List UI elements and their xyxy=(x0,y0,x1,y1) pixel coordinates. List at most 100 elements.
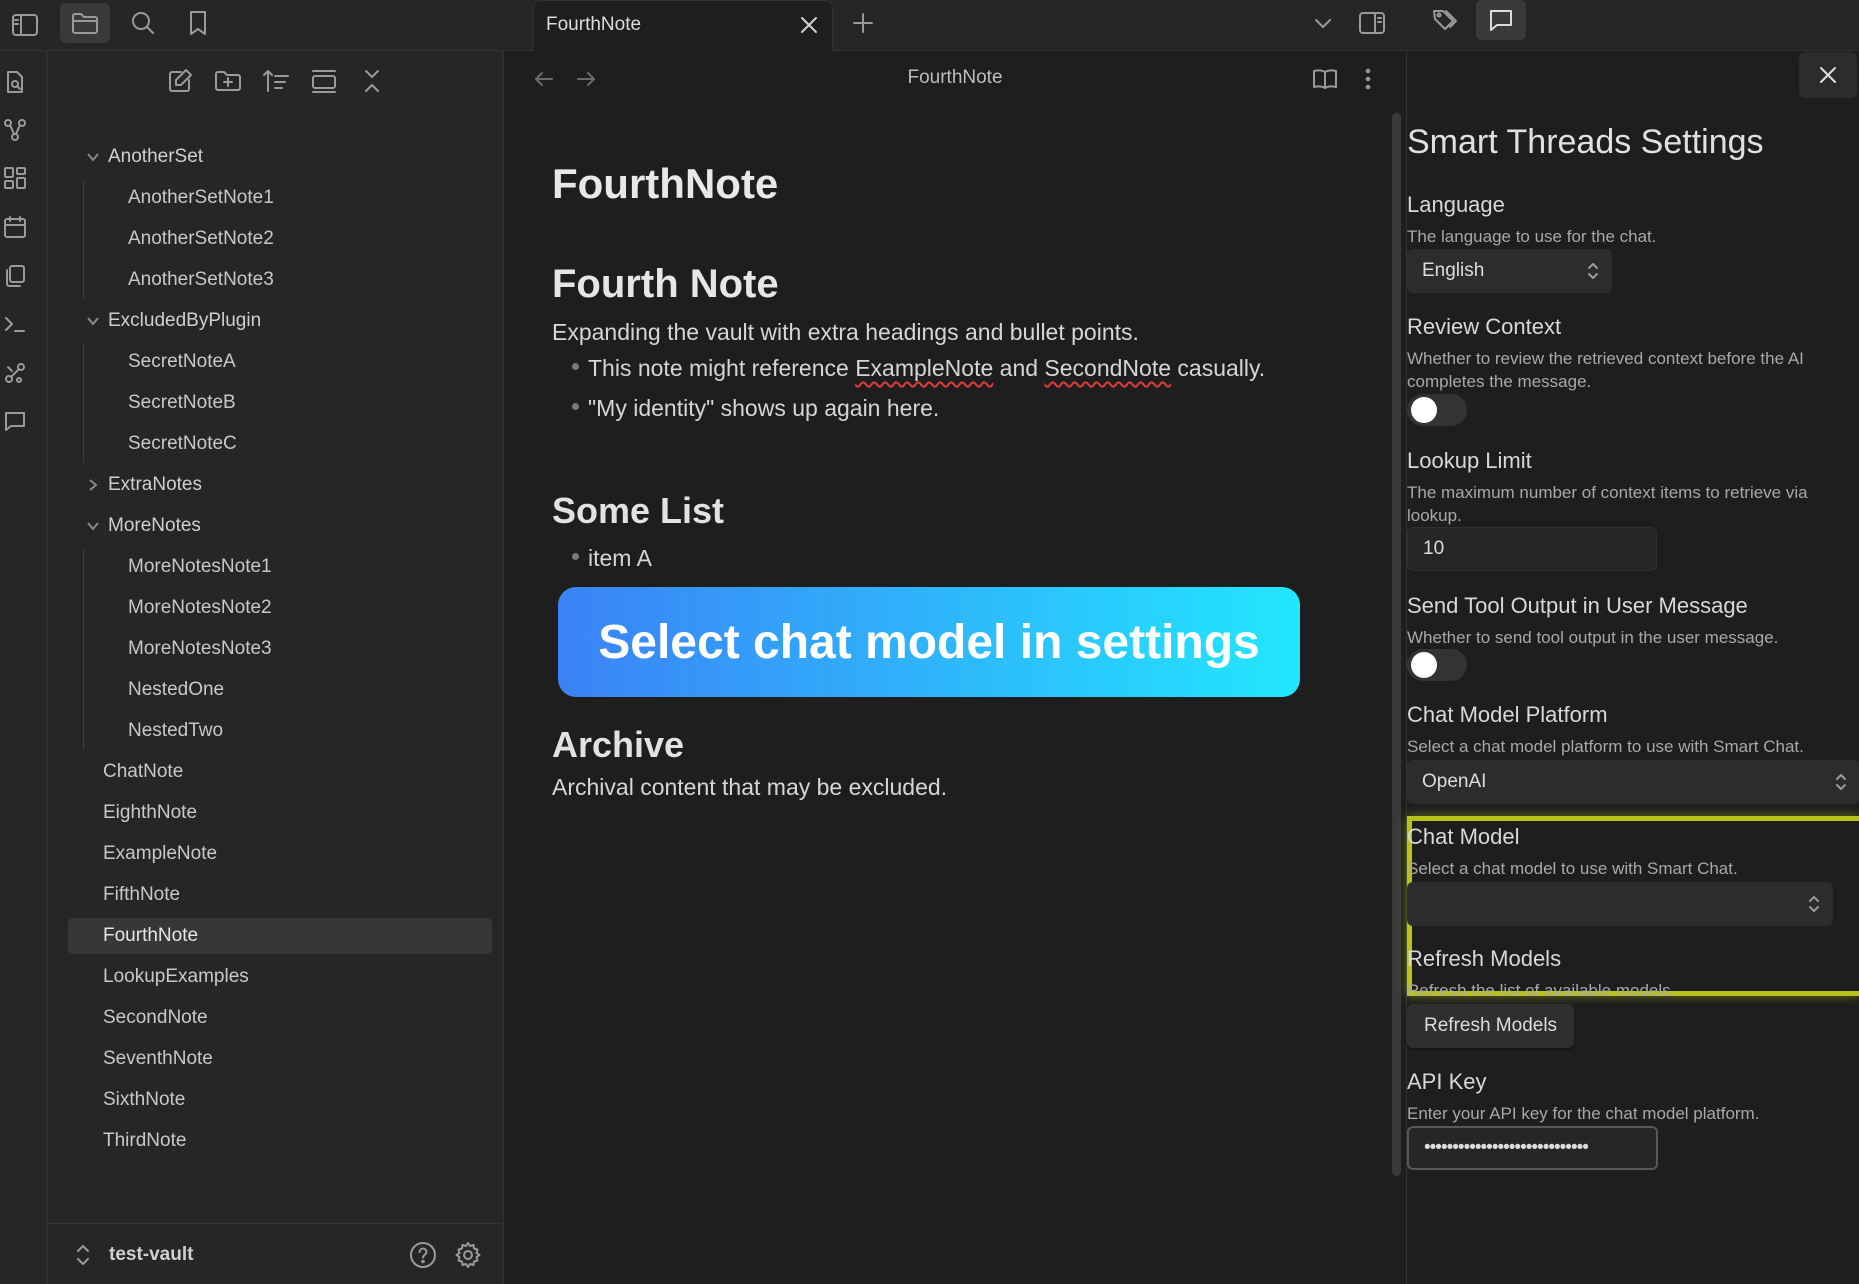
folder-item[interactable]: MoreNotes xyxy=(87,508,201,544)
file-item[interactable]: AnotherSetNote2 xyxy=(128,221,274,257)
setting-desc-chat-model-platform: Select a chat model platform to use with… xyxy=(1407,737,1804,756)
reading-view-icon[interactable] xyxy=(1312,67,1338,91)
collapse-all-icon[interactable] xyxy=(307,64,341,98)
file-item[interactable]: EighthNote xyxy=(103,795,197,831)
indent-guide xyxy=(83,180,84,299)
language-select[interactable]: English xyxy=(1407,249,1612,293)
file-item[interactable]: SecretNoteC xyxy=(128,426,237,462)
inline-title[interactable]: FourthNote xyxy=(552,160,778,208)
chat-model-platform-select[interactable]: OpenAI xyxy=(1407,760,1859,804)
close-icon[interactable] xyxy=(796,12,822,38)
setting-label-send-tool-output: Send Tool Output in User Message xyxy=(1407,593,1748,618)
chevron-down-icon[interactable] xyxy=(86,519,100,533)
folder-item[interactable]: ExcludedByPlugin xyxy=(87,303,261,339)
file-item[interactable]: SixthNote xyxy=(103,1082,185,1118)
file-item[interactable]: AnotherSetNote1 xyxy=(128,180,274,216)
file-item[interactable]: FourthNote xyxy=(68,918,492,954)
file-item[interactable]: ExampleNote xyxy=(103,836,217,872)
api-key-input[interactable]: ••••••••••••••••••••••••••••• xyxy=(1407,1126,1658,1170)
title-bar: FourthNote xyxy=(0,0,1859,51)
file-item[interactable]: SeventhNote xyxy=(103,1041,213,1077)
setting-label-chat-model-platform: Chat Model Platform xyxy=(1407,702,1608,727)
toggle-knob xyxy=(1411,652,1437,678)
refresh-models-button[interactable]: Refresh Models xyxy=(1407,1004,1575,1048)
file-item[interactable]: SecondNote xyxy=(103,1000,208,1036)
vault-name[interactable]: test-vault xyxy=(109,1244,193,1266)
setting-label-language: Language xyxy=(1407,192,1505,217)
file-item[interactable]: LookupExamples xyxy=(103,959,249,995)
view-header-title[interactable]: FourthNote xyxy=(504,67,1406,89)
send-tool-output-toggle[interactable] xyxy=(1407,649,1467,681)
templates-icon[interactable] xyxy=(0,261,30,291)
new-note-icon[interactable] xyxy=(163,64,197,98)
new-folder-icon[interactable] xyxy=(211,64,245,98)
heading-fourth-note: Fourth Note xyxy=(552,262,779,306)
setting-label-api-key: API Key xyxy=(1407,1069,1487,1094)
link-secondnote[interactable]: SecondNote xyxy=(1044,355,1171,381)
tree-item-label: ExampleNote xyxy=(103,843,218,864)
setting-label-refresh-models: Refresh Models xyxy=(1407,946,1562,971)
close-icon[interactable] xyxy=(355,64,389,98)
chevron-down-icon[interactable] xyxy=(1298,3,1348,43)
tags-icon[interactable] xyxy=(1420,0,1470,40)
graph-view-icon[interactable] xyxy=(0,115,30,145)
lookup-limit-input[interactable]: 10 xyxy=(1407,527,1657,571)
command-palette-icon[interactable] xyxy=(0,309,30,339)
smart-connections-icon[interactable] xyxy=(0,358,30,388)
setting-desc-language: The language to use for the chat. xyxy=(1407,227,1657,246)
daily-note-icon[interactable] xyxy=(0,212,30,242)
chat-model-select[interactable] xyxy=(1407,882,1833,926)
chevron-right-icon[interactable] xyxy=(86,478,100,492)
tree-item-label: MoreNotesNote1 xyxy=(128,556,272,577)
chat-icon[interactable] xyxy=(1476,0,1526,40)
bullet-dot xyxy=(572,363,579,371)
file-item[interactable]: MoreNotesNote2 xyxy=(128,590,272,626)
settings-title: Smart Threads Settings xyxy=(1407,123,1764,161)
smart-chat-icon[interactable] xyxy=(0,406,30,436)
gear-icon[interactable] xyxy=(454,1241,482,1269)
plus-icon[interactable] xyxy=(838,3,888,43)
right-sidebar-icon[interactable] xyxy=(1347,3,1397,43)
link-examplenote[interactable]: ExampleNote xyxy=(855,355,993,381)
tree-item-label: LookupExamples xyxy=(103,966,249,987)
folder-item[interactable]: AnotherSet xyxy=(87,139,203,175)
chevron-down-icon[interactable] xyxy=(86,314,100,328)
bookmark-icon[interactable] xyxy=(173,3,223,43)
list-item: item A xyxy=(572,545,652,572)
file-item[interactable]: ThirdNote xyxy=(103,1123,186,1159)
canvas-icon[interactable] xyxy=(0,163,30,193)
file-item[interactable]: SecretNoteB xyxy=(128,385,236,421)
folder-icon[interactable] xyxy=(60,3,110,43)
tree-item-label: ChatNote xyxy=(103,761,184,782)
sort-icon[interactable] xyxy=(259,64,293,98)
file-item[interactable]: FifthNote xyxy=(103,877,180,913)
file-item[interactable]: MoreNotesNote1 xyxy=(128,549,272,585)
sidebar-toggle-icon[interactable] xyxy=(0,5,50,45)
review-context-toggle[interactable] xyxy=(1407,394,1467,426)
tab-fourthnote[interactable]: FourthNote xyxy=(533,0,833,51)
file-item[interactable]: SecretNoteA xyxy=(128,344,236,380)
setting-desc-refresh-models: Refresh the list of available models. xyxy=(1407,981,1676,1000)
chevron-down-icon[interactable] xyxy=(86,150,100,164)
open-quick-switcher-icon[interactable] xyxy=(0,67,30,97)
editor-scrollbar[interactable] xyxy=(1392,113,1401,1176)
help-icon[interactable] xyxy=(409,1241,437,1269)
paragraph-intro: Expanding the vault with extra headings … xyxy=(552,319,1139,345)
updown-chevron-icon xyxy=(1807,894,1821,914)
select-chat-model-banner[interactable]: Select chat model in settings xyxy=(558,587,1300,697)
vault-switcher-bar: test-vault xyxy=(48,1223,504,1284)
updown-chevron-icon xyxy=(1834,772,1848,792)
paragraph-archive: Archival content that may be excluded. xyxy=(552,774,948,800)
tree-item-label: FourthNote xyxy=(103,925,199,946)
vault-switch-icon[interactable] xyxy=(76,1244,90,1266)
folder-item[interactable]: ExtraNotes xyxy=(89,467,202,503)
search-icon[interactable] xyxy=(118,3,168,43)
more-options-icon[interactable] xyxy=(1363,67,1373,91)
file-item[interactable]: AnotherSetNote3 xyxy=(128,262,274,298)
file-item[interactable]: MoreNotesNote3 xyxy=(128,631,272,667)
close-icon[interactable] xyxy=(1799,52,1857,98)
file-item[interactable]: ChatNote xyxy=(103,754,183,790)
tree-item-label: NestedOne xyxy=(128,679,225,700)
file-item[interactable]: NestedTwo xyxy=(128,713,223,749)
file-item[interactable]: NestedOne xyxy=(128,672,224,708)
